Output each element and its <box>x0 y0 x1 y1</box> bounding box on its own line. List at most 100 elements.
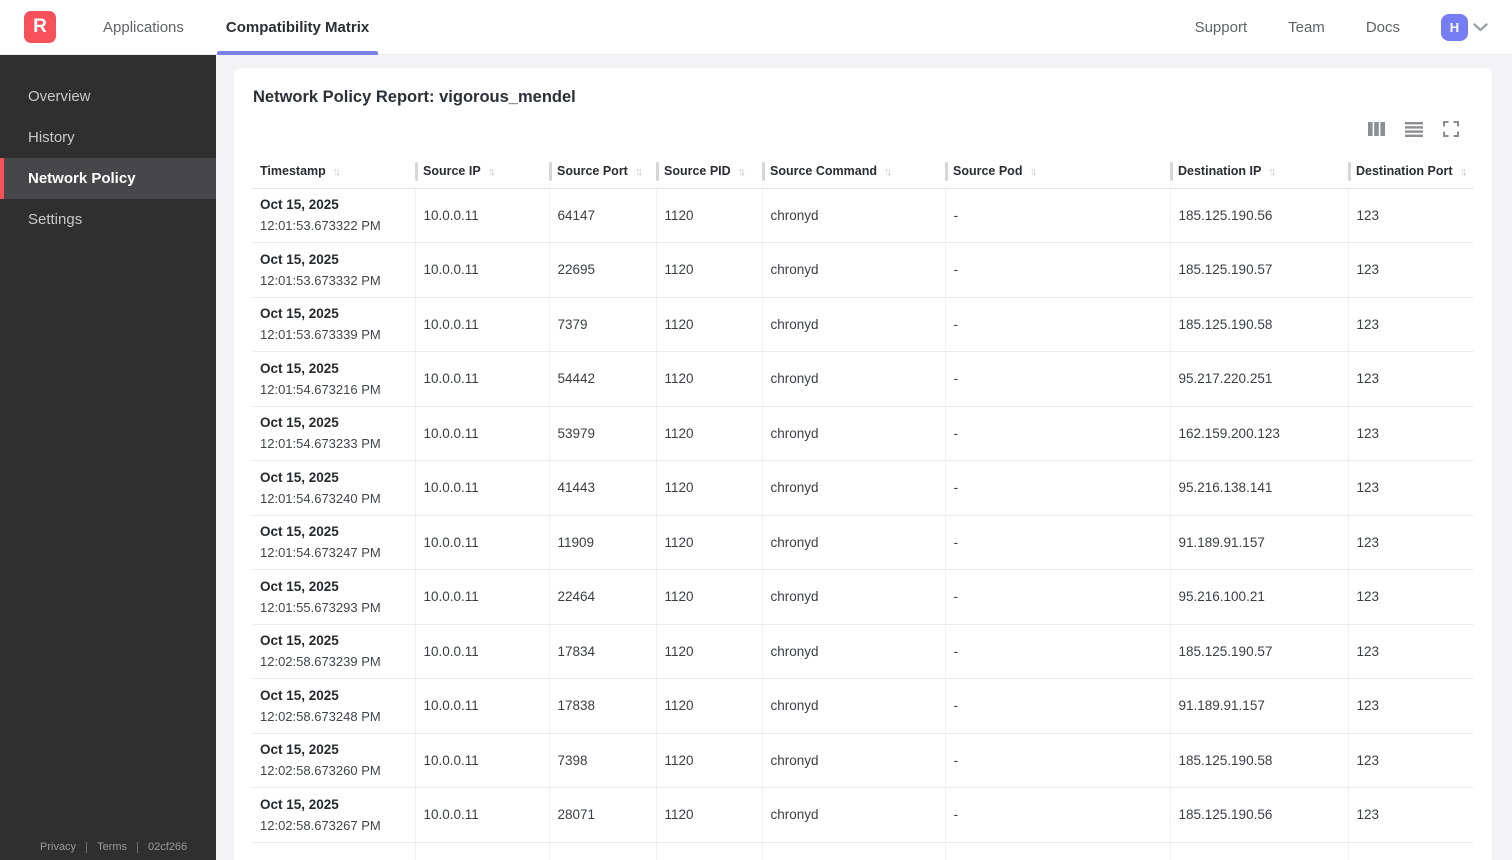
column-resize-handle[interactable] <box>549 162 552 181</box>
sidebar-item-settings[interactable]: Settings <box>0 199 216 240</box>
table-row[interactable]: Oct 15, 2025 12:02:58.673267 PM 10.0.0.1… <box>252 787 1474 843</box>
app-logo[interactable]: R <box>24 11 56 43</box>
cell-source-port: 17834 <box>548 624 656 679</box>
page-title: Network Policy Report: vigorous_mendel <box>253 88 576 106</box>
sort-icon[interactable]: ↑↓ <box>635 166 643 178</box>
sort-icon[interactable]: ↑↓ <box>1460 166 1468 178</box>
column-header-source-pid[interactable]: Source PID ↑↓ <box>656 155 762 189</box>
sidebar-footer: Privacy Terms 02cf266 <box>40 841 187 853</box>
timestamp-time: 12:02:58.673239 PM <box>260 654 381 670</box>
table-row[interactable]: Oct 15, 2025 12:02:58.673239 PM 10.0.0.1… <box>252 624 1474 679</box>
cell-source-port: 7398 <box>548 733 656 788</box>
column-resize-handle[interactable] <box>1170 162 1173 181</box>
cell-source-command: chronyd <box>761 624 945 679</box>
table-row[interactable]: Oct 15, 2025 12:01:54.673240 PM 10.0.0.1… <box>252 460 1474 516</box>
table-row[interactable]: Oct 15, 2025 12:02:58.673260 PM 10.0.0.1… <box>252 733 1474 788</box>
cell-timestamp: Oct 15, 2025 12:01:54.673240 PM <box>252 460 415 516</box>
column-resize-handle[interactable] <box>1348 162 1351 181</box>
cell-source-ip: 10.0.0.11 <box>414 515 549 570</box>
column-resize-handle[interactable] <box>656 162 659 181</box>
column-header-source-port[interactable]: Source Port ↑↓ <box>549 155 656 189</box>
fullscreen-icon[interactable] <box>1443 121 1459 137</box>
column-header-source-pod[interactable]: Source Pod ↑↓ <box>945 155 1170 189</box>
table-row[interactable]: Oct 15, 2025 <box>252 842 1474 860</box>
timestamp-date: Oct 15, 2025 <box>260 197 339 213</box>
sort-icon[interactable]: ↑↓ <box>333 166 341 178</box>
timestamp-date: Oct 15, 2025 <box>260 742 339 758</box>
timestamp-date: Oct 15, 2025 <box>260 578 339 594</box>
sidebar: Overview History Network Policy Settings… <box>0 55 216 860</box>
cell-destination-port: 123 <box>1347 515 1474 570</box>
column-header-timestamp[interactable]: Timestamp ↑↓ <box>252 155 415 189</box>
table-row[interactable]: Oct 15, 2025 12:02:58.673248 PM 10.0.0.1… <box>252 678 1474 734</box>
cell-source-port: 54442 <box>548 351 656 407</box>
privacy-link[interactable]: Privacy <box>40 841 76 853</box>
cell-source-command: chronyd <box>761 678 945 734</box>
cell-source-command: chronyd <box>761 406 945 461</box>
cell-source-port: 22695 <box>548 242 656 298</box>
timestamp-time: 12:01:53.673322 PM <box>260 218 381 234</box>
nav-link-support[interactable]: Support <box>1195 19 1248 36</box>
table-row[interactable]: Oct 15, 2025 12:01:53.673322 PM 10.0.0.1… <box>252 188 1474 243</box>
cell-timestamp: Oct 15, 2025 12:01:53.673322 PM <box>252 188 415 243</box>
cell-source-ip: 10.0.0.11 <box>414 460 549 516</box>
row-view-icon[interactable] <box>1405 121 1423 137</box>
cell-source-ip: 10.0.0.11 <box>414 351 549 407</box>
user-menu[interactable]: H <box>1441 13 1488 41</box>
cell-destination-ip: 95.216.100.21 <box>1169 569 1348 625</box>
timestamp-date: Oct 15, 2025 <box>260 251 339 267</box>
avatar[interactable]: H <box>1441 13 1468 41</box>
cell-timestamp: Oct 15, 2025 12:02:58.673260 PM <box>252 733 415 788</box>
cell-destination-port: 123 <box>1347 297 1474 352</box>
table-row[interactable]: Oct 15, 2025 12:01:55.673293 PM 10.0.0.1… <box>252 569 1474 625</box>
cell-timestamp: Oct 15, 2025 12:02:58.673267 PM <box>252 787 415 843</box>
sidebar-item-overview[interactable]: Overview <box>0 76 216 117</box>
column-view-icon[interactable] <box>1368 122 1385 136</box>
cell-timestamp: Oct 15, 2025 12:01:53.673332 PM <box>252 242 415 298</box>
cell-source-port: 22464 <box>548 569 656 625</box>
tab-applications[interactable]: Applications <box>94 0 193 55</box>
table-row[interactable]: Oct 15, 2025 12:01:54.673216 PM 10.0.0.1… <box>252 351 1474 407</box>
cell-source-pod: - <box>944 460 1170 516</box>
cell-destination-ip: 162.159.200.123 <box>1169 406 1348 461</box>
tab-compatibility-matrix[interactable]: Compatibility Matrix <box>216 0 379 55</box>
cell-destination-ip: 185.125.190.58 <box>1169 733 1348 788</box>
cell-source-pod: - <box>944 242 1170 298</box>
column-header-destination-port[interactable]: Destination Port ↑↓ <box>1348 155 1474 189</box>
column-resize-handle[interactable] <box>762 162 765 181</box>
cell-source-pid: 1120 <box>655 515 762 570</box>
cell-source-command: chronyd <box>761 188 945 243</box>
timestamp-time: 12:01:54.673240 PM <box>260 490 381 506</box>
sort-icon[interactable]: ↑↓ <box>1268 166 1276 178</box>
cell-source-ip <box>414 842 549 860</box>
sort-icon[interactable]: ↑↓ <box>1029 166 1037 178</box>
column-resize-handle[interactable] <box>945 162 948 181</box>
sidebar-item-history[interactable]: History <box>0 117 216 158</box>
sort-icon[interactable]: ↑↓ <box>488 166 496 178</box>
cell-source-ip: 10.0.0.11 <box>414 569 549 625</box>
terms-link[interactable]: Terms <box>97 841 127 853</box>
cell-source-ip: 10.0.0.11 <box>414 678 549 734</box>
table-row[interactable]: Oct 15, 2025 12:01:53.673339 PM 10.0.0.1… <box>252 297 1474 352</box>
table-row[interactable]: Oct 15, 2025 12:01:53.673332 PM 10.0.0.1… <box>252 242 1474 298</box>
timestamp-time: 12:01:54.673216 PM <box>260 381 381 397</box>
cell-timestamp: Oct 15, 2025 <box>252 842 415 860</box>
cell-source-command: chronyd <box>761 460 945 516</box>
chevron-down-icon[interactable] <box>1473 22 1488 32</box>
sort-icon[interactable]: ↑↓ <box>738 166 746 178</box>
cell-source-port: 41443 <box>548 460 656 516</box>
column-resize-handle[interactable] <box>415 162 418 181</box>
column-label: Source Port <box>557 164 628 179</box>
cell-source-ip: 10.0.0.11 <box>414 787 549 843</box>
sidebar-item-network-policy[interactable]: Network Policy <box>0 158 216 199</box>
table-row[interactable]: Oct 15, 2025 12:01:54.673233 PM 10.0.0.1… <box>252 406 1474 461</box>
cell-source-ip: 10.0.0.11 <box>414 624 549 679</box>
column-header-destination-ip[interactable]: Destination IP ↑↓ <box>1170 155 1348 189</box>
nav-link-docs[interactable]: Docs <box>1366 19 1400 36</box>
cell-source-command: chronyd <box>761 351 945 407</box>
nav-link-team[interactable]: Team <box>1288 19 1325 36</box>
table-row[interactable]: Oct 15, 2025 12:01:54.673247 PM 10.0.0.1… <box>252 515 1474 570</box>
sort-icon[interactable]: ↑↓ <box>884 166 892 178</box>
column-header-source-ip[interactable]: Source IP ↑↓ <box>415 155 549 189</box>
column-header-source-command[interactable]: Source Command ↑↓ <box>762 155 945 189</box>
